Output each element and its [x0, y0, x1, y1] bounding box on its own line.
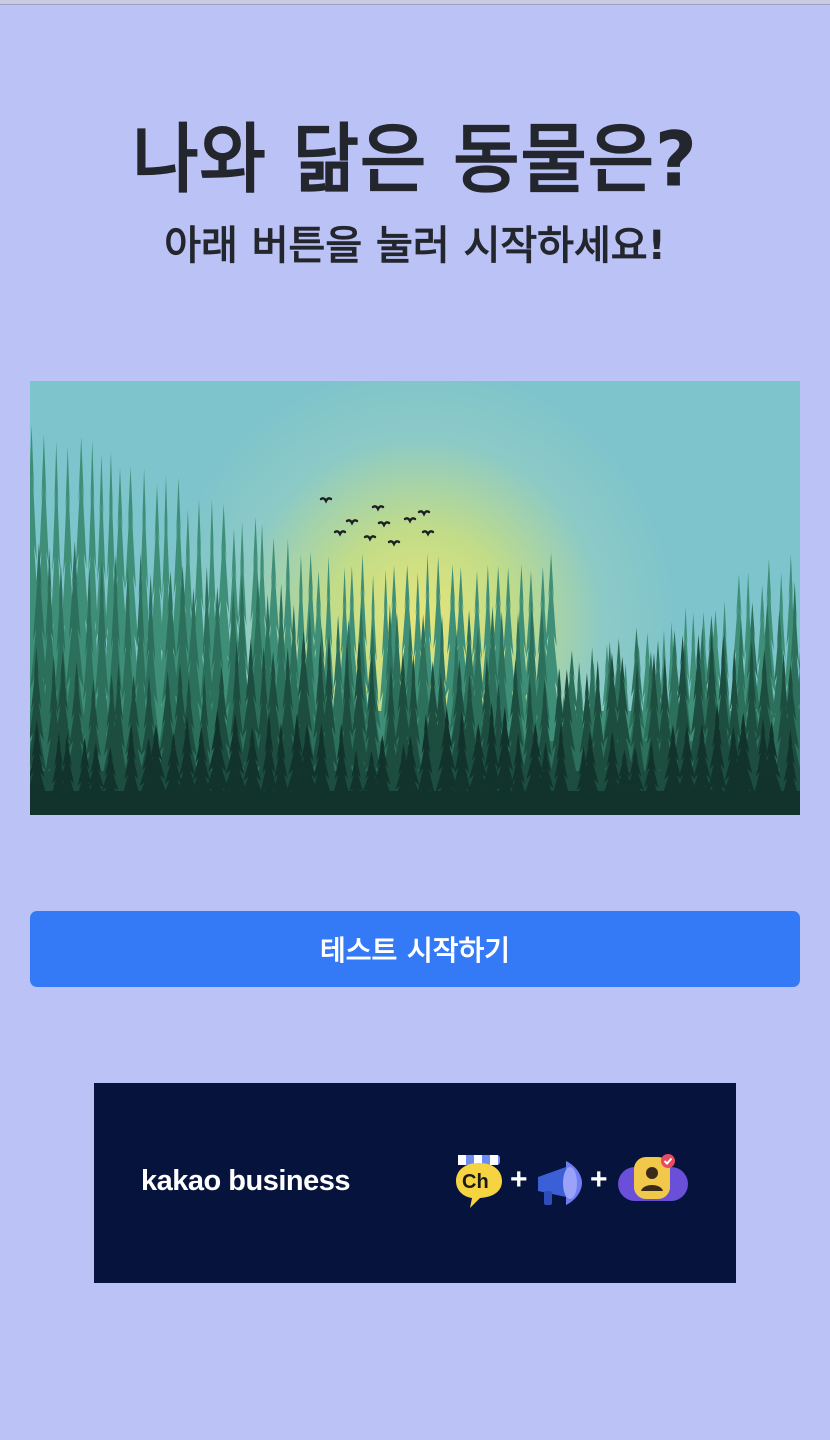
- ad-icon-group: Ch + +: [450, 1153, 700, 1213]
- profile-check-icon: [618, 1154, 688, 1201]
- ad-brand-text: kakao business: [141, 1165, 351, 1197]
- kakao-business-ad-banner[interactable]: kakao business Ch + +: [94, 1083, 736, 1283]
- channel-badge-text: Ch: [462, 1171, 489, 1193]
- top-divider: [0, 0, 830, 5]
- page-subtitle: 아래 버튼을 눌러 시작하세요!: [164, 223, 666, 269]
- start-test-button[interactable]: 테스트 시작하기: [30, 911, 800, 987]
- page-title: 나와 닮은 동물은?: [132, 115, 698, 204]
- plus-sign-2: +: [590, 1163, 608, 1196]
- megaphone-icon: [538, 1161, 582, 1205]
- forest-illustration: [30, 381, 800, 815]
- plus-sign-1: +: [510, 1163, 528, 1196]
